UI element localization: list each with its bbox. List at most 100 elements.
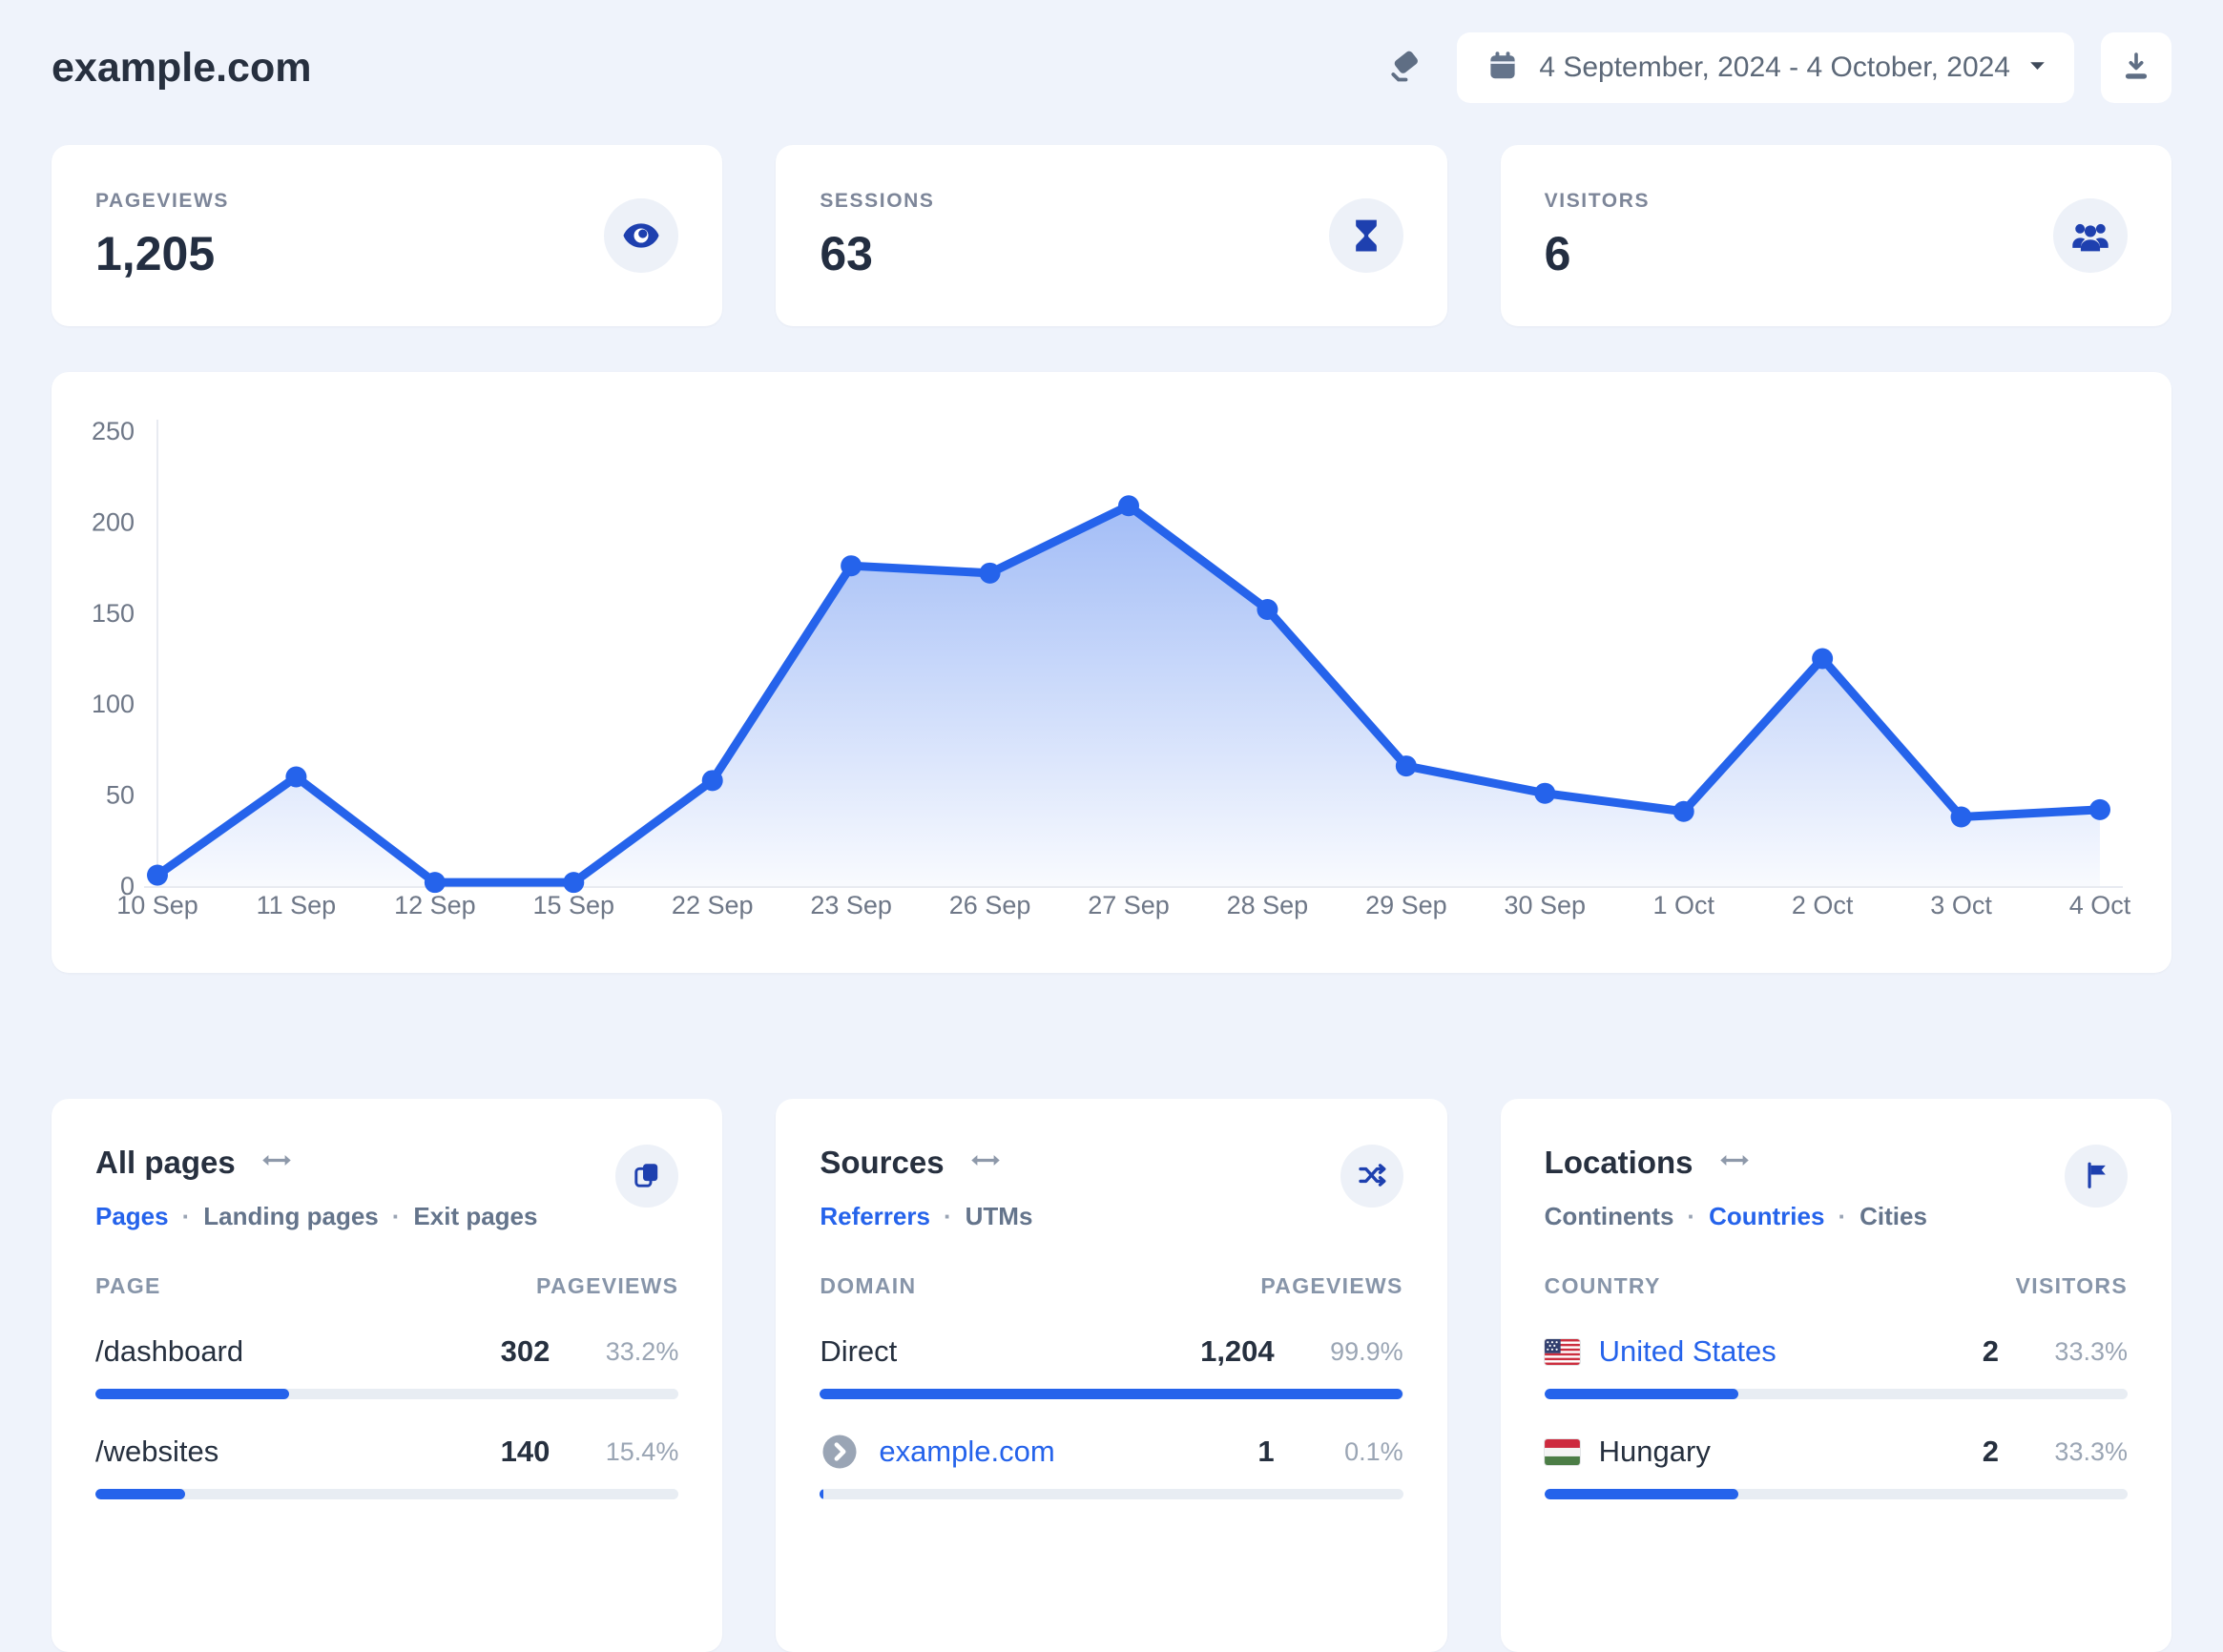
- panel-title: Locations: [1544, 1145, 1693, 1180]
- svg-text:26 Sep: 26 Sep: [949, 891, 1031, 919]
- progress-track: [95, 1389, 679, 1399]
- row-value: 1: [1257, 1435, 1275, 1468]
- svg-text:30 Sep: 30 Sep: [1504, 891, 1586, 919]
- arrows-horizontal-icon: [969, 1151, 1002, 1174]
- tab-pages[interactable]: Pages: [95, 1202, 169, 1231]
- export-button[interactable]: [2101, 32, 2171, 103]
- us-flag-icon: [1543, 1337, 1581, 1366]
- row-percent: 15.4%: [605, 1436, 679, 1466]
- shuffle-button[interactable]: [1340, 1145, 1403, 1208]
- row-name: Direct: [820, 1334, 898, 1368]
- chevron-right-icon[interactable]: [820, 1432, 860, 1472]
- download-icon: [2119, 50, 2153, 87]
- svg-text:28 Sep: 28 Sep: [1227, 891, 1309, 919]
- progress-fill: [1544, 1389, 1739, 1399]
- row-value: 2: [1982, 1435, 1999, 1468]
- svg-text:250: 250: [92, 417, 135, 445]
- svg-text:10 Sep: 10 Sep: [116, 891, 198, 919]
- hourglass-icon: [1328, 198, 1403, 273]
- progress-track: [1544, 1389, 2128, 1399]
- shuffle-icon: [1357, 1160, 1387, 1193]
- column-header-page: PAGE: [95, 1273, 161, 1298]
- calendar-icon: [1485, 49, 1520, 88]
- date-range-text: 4 September, 2024 - 4 October, 2024: [1539, 52, 2010, 83]
- tab-landing-pages[interactable]: Landing pages: [169, 1202, 378, 1231]
- svg-text:29 Sep: 29 Sep: [1365, 891, 1447, 919]
- breakdown-panels: All pages Pages Landing pages Exit pages: [52, 1099, 2171, 1652]
- table-row: example.com 1 0.1%: [820, 1430, 1403, 1499]
- progress-fill: [820, 1389, 1403, 1399]
- stat-value: 6: [1544, 227, 1571, 280]
- header-actions: 4 September, 2024 - 4 October, 2024: [1379, 32, 2171, 103]
- progress-fill: [1544, 1489, 1739, 1499]
- referrer-link[interactable]: example.com: [879, 1435, 1054, 1469]
- row-value: 1,204: [1200, 1334, 1275, 1368]
- stat-label: SESSIONS: [820, 190, 935, 212]
- column-header-pageviews: PAGEVIEWS: [536, 1273, 679, 1298]
- row-name: /websites: [95, 1435, 219, 1468]
- tab-referrers[interactable]: Referrers: [820, 1202, 930, 1231]
- table-row: United States 2 33.3%: [1543, 1330, 2128, 1399]
- stat-card-sessions: SESSIONS 63: [776, 145, 1447, 326]
- panel-all-pages: All pages Pages Landing pages Exit pages: [52, 1099, 723, 1652]
- hungary-flag-icon: [1543, 1437, 1581, 1466]
- column-header-pageviews: PAGEVIEWS: [1260, 1273, 1403, 1298]
- date-range-picker[interactable]: 4 September, 2024 - 4 October, 2024: [1457, 32, 2074, 103]
- header: example.com 4 September, 2024 - 4 Octobe…: [0, 0, 2223, 103]
- row-value: 302: [500, 1334, 551, 1368]
- column-header-country: COUNTRY: [1544, 1273, 1661, 1298]
- eye-icon: [604, 198, 679, 273]
- tab-exit-pages[interactable]: Exit pages: [379, 1202, 537, 1231]
- page-title: example.com: [52, 44, 312, 91]
- sources-tabs: Referrers UTMs: [820, 1202, 1032, 1231]
- svg-text:150: 150: [92, 599, 135, 628]
- svg-text:2 Oct: 2 Oct: [1792, 891, 1854, 919]
- row-percent: 33.3%: [2054, 1436, 2128, 1466]
- people-icon: [2052, 198, 2128, 273]
- progress-track: [95, 1489, 679, 1499]
- table-row: /websites 140 15.4%: [95, 1430, 679, 1499]
- row-value: 140: [500, 1435, 551, 1468]
- svg-text:100: 100: [92, 690, 135, 718]
- caret-down-icon: [2029, 59, 2046, 76]
- tab-cities[interactable]: Cities: [1824, 1202, 1927, 1231]
- panel-sources: Sources Referrers UTMs: [776, 1099, 1447, 1652]
- clear-filters-button[interactable]: [1379, 42, 1430, 93]
- country-link[interactable]: United States: [1599, 1334, 1776, 1369]
- svg-text:15 Sep: 15 Sep: [532, 891, 614, 919]
- stat-card-visitors: VISITORS 6: [1500, 145, 2171, 326]
- progress-track: [1544, 1489, 2128, 1499]
- tab-continents[interactable]: Continents: [1545, 1202, 1674, 1231]
- svg-text:23 Sep: 23 Sep: [810, 891, 892, 919]
- country-name: Hungary: [1598, 1435, 1711, 1468]
- svg-text:11 Sep: 11 Sep: [257, 891, 337, 919]
- flag-button[interactable]: [2064, 1145, 2128, 1208]
- pageviews-chart-card: 0 50 100 150 200 250 10 Sep 11 Sep 12 Sep 15 Sep 2…: [52, 372, 2171, 973]
- stat-label: VISITORS: [1544, 190, 1651, 212]
- table-row: Hungary 2 33.3%: [1543, 1430, 2128, 1499]
- panel-title: Sources: [820, 1145, 945, 1180]
- progress-track: [820, 1489, 1403, 1499]
- tab-countries[interactable]: Countries: [1673, 1202, 1824, 1231]
- arrows-horizontal-icon: [1718, 1151, 1751, 1174]
- arrows-horizontal-icon: [260, 1151, 293, 1174]
- copy-button[interactable]: [615, 1145, 679, 1208]
- table-row: Direct 1,204 99.9%: [820, 1330, 1403, 1399]
- stat-label: PAGEVIEWS: [95, 190, 230, 212]
- progress-fill: [95, 1489, 186, 1499]
- column-header-visitors: VISITORS: [2015, 1273, 2128, 1298]
- row-percent: 33.3%: [2054, 1336, 2128, 1366]
- svg-text:50: 50: [106, 781, 135, 810]
- stat-value: 1,205: [95, 227, 216, 280]
- panel-title: All pages: [95, 1145, 236, 1180]
- progress-fill: [820, 1489, 823, 1499]
- tab-utms[interactable]: UTMs: [930, 1202, 1033, 1231]
- progress-track: [820, 1389, 1403, 1399]
- svg-text:12 Sep: 12 Sep: [394, 891, 476, 919]
- table-row: /dashboard 302 33.2%: [95, 1330, 679, 1399]
- row-percent: 33.2%: [605, 1336, 679, 1366]
- stats-row: PAGEVIEWS 1,205 SESSIONS 63 VISITORS 6: [52, 145, 2171, 326]
- svg-text:200: 200: [92, 507, 135, 536]
- column-header-domain: DOMAIN: [820, 1273, 917, 1298]
- copy-icon: [632, 1160, 662, 1193]
